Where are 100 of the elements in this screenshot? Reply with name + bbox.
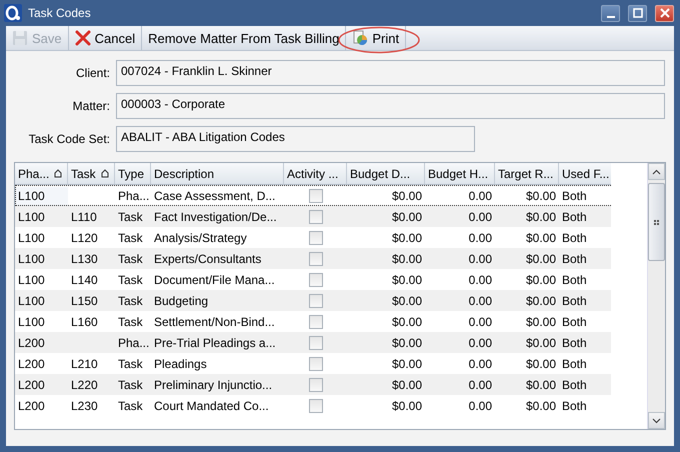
table-cell-text: L100 xyxy=(17,208,46,226)
column-header[interactable]: Used F... xyxy=(559,163,611,185)
table-cell-text: Both xyxy=(561,356,588,372)
close-icon xyxy=(74,30,91,46)
checkbox[interactable] xyxy=(308,252,322,266)
table-cell-text: L210 xyxy=(70,356,99,372)
table-cell-text: L120 xyxy=(70,230,99,246)
table-cell-text: 0.00 xyxy=(468,376,493,394)
checkbox[interactable] xyxy=(308,294,322,308)
table-cell-text: 0.00 xyxy=(468,292,493,310)
table-cell-text: Pre-Trial Pleadings a... xyxy=(153,334,277,352)
table-cell-text: Document/File Mana... xyxy=(153,272,276,288)
table-cell-text: Preliminary Injunctio... xyxy=(153,376,274,394)
table-cell-text: L100 xyxy=(17,230,46,246)
table-cell-text: L230 xyxy=(70,398,99,414)
table-cell-text: $0.00 xyxy=(524,376,557,394)
table-cell-text: Task xyxy=(117,356,144,372)
checkbox[interactable] xyxy=(308,356,322,370)
checkbox[interactable] xyxy=(308,272,322,286)
table-cell-text: Task xyxy=(117,208,144,226)
table-cell-text: $0.00 xyxy=(390,356,423,372)
scrollbar-thumb[interactable] xyxy=(648,183,665,261)
scroll-down-button[interactable] xyxy=(648,412,665,429)
table-cell-text: Case Assessment, D... xyxy=(153,188,276,204)
table-cell-text: $0.00 xyxy=(524,292,557,310)
table-cell-text: $0.00 xyxy=(524,398,557,414)
checkbox[interactable] xyxy=(308,398,322,412)
scroll-up-button[interactable] xyxy=(648,163,665,180)
table-cell-text: L220 xyxy=(70,376,99,394)
table-cell-text: L150 xyxy=(70,292,99,310)
table-cell-text: $0.00 xyxy=(390,208,423,226)
table-cell-text: $0.00 xyxy=(524,356,557,372)
table-cell-text: 0.00 xyxy=(468,334,493,352)
table-cell-text: Both xyxy=(561,250,588,268)
table-cell: L100 xyxy=(15,186,68,206)
table-cell-text: Pleadings xyxy=(153,356,208,372)
table-cell-text: $0.00 xyxy=(390,376,423,394)
column-header[interactable]: Description xyxy=(151,163,284,185)
column-header[interactable]: Activity ... xyxy=(284,163,347,185)
table-cell-text: Experts/Consultants xyxy=(153,250,262,268)
toolbar-button[interactable]: Remove Matter From Task Billing xyxy=(142,26,346,50)
column-header[interactable]: Target R... xyxy=(495,163,559,185)
table-cell-text: 0.00 xyxy=(468,314,493,330)
table-cell-text: L200 xyxy=(17,398,46,414)
table-cell-text: 0.00 xyxy=(468,398,493,414)
table-cell-text: L110 xyxy=(70,208,98,226)
minimize-button[interactable] xyxy=(601,4,620,22)
column-header[interactable]: Budget D... xyxy=(347,163,425,185)
table-cell-text: Task xyxy=(117,272,144,288)
table-cell-text: 0.00 xyxy=(468,208,493,226)
table-cell-text: 0.00 xyxy=(468,272,493,288)
checkbox[interactable] xyxy=(308,314,322,328)
table-cell-text: $0.00 xyxy=(390,314,423,330)
input-field[interactable]: ABALIT - ABA Litigation Codes xyxy=(116,126,475,152)
table-cell-text: Pha... xyxy=(117,188,150,204)
table-cell-text: $0.00 xyxy=(390,250,423,268)
table-cell-text: Task xyxy=(117,398,144,414)
checkbox[interactable] xyxy=(308,336,322,350)
table-cell-text: $0.00 xyxy=(524,334,557,352)
table-cell-text: Budgeting xyxy=(153,292,210,310)
table-cell-text: Task xyxy=(117,292,144,310)
column-header[interactable]: Budget H... xyxy=(425,163,495,185)
minimize-icon xyxy=(606,16,614,18)
table-cell-text: Task xyxy=(117,376,144,394)
sort-icon xyxy=(54,169,62,178)
table-cell-text: $0.00 xyxy=(524,314,557,330)
table-cell-text: 0.00 xyxy=(468,356,493,372)
checkbox[interactable] xyxy=(308,230,322,244)
table-cell-text: Fact Investigation/De... xyxy=(153,208,278,226)
checkbox[interactable] xyxy=(308,378,322,392)
maximize-button[interactable] xyxy=(628,4,647,22)
table-cell-text: Task xyxy=(117,314,144,330)
table-cell-text: 0.00 xyxy=(468,188,493,204)
toolbar-button[interactable]: Cancel xyxy=(68,26,142,50)
column-header[interactable]: Type xyxy=(115,163,151,185)
column-header[interactable]: Pha... xyxy=(15,163,68,185)
table-cell-text: Settlement/Non-Bind... xyxy=(153,314,276,330)
table-cell-text: Both xyxy=(561,376,588,394)
input-field[interactable]: 007024 - Franklin L. Skinner xyxy=(116,60,665,86)
table-cell-text: $0.00 xyxy=(390,188,423,204)
table-cell-text: $0.00 xyxy=(390,334,423,352)
table-cell-text: $0.00 xyxy=(524,188,557,204)
maximize-icon xyxy=(630,7,644,19)
column-header[interactable]: Task xyxy=(68,163,115,185)
checkbox[interactable] xyxy=(308,210,322,224)
table-cell-text: Court Mandated Co... xyxy=(153,398,270,414)
checkbox[interactable] xyxy=(308,188,322,202)
table-cell-text: Both xyxy=(561,230,588,246)
table-cell-text: L160 xyxy=(70,314,99,330)
table-cell-text: 0.00 xyxy=(468,230,493,246)
input-field[interactable]: 000003 - Corporate xyxy=(116,93,665,119)
table-cell-text: Both xyxy=(561,208,588,226)
table-cell-text: L100 xyxy=(17,314,46,330)
table-cell-text: L200 xyxy=(17,376,46,394)
field-label: Task Code Set: xyxy=(28,132,110,146)
table-cell-text: $0.00 xyxy=(524,208,557,226)
table-cell-text: Both xyxy=(561,188,588,204)
close-button[interactable] xyxy=(655,4,674,22)
table-cell-text: $0.00 xyxy=(524,230,557,246)
table-cell-text: L100 xyxy=(17,250,46,268)
